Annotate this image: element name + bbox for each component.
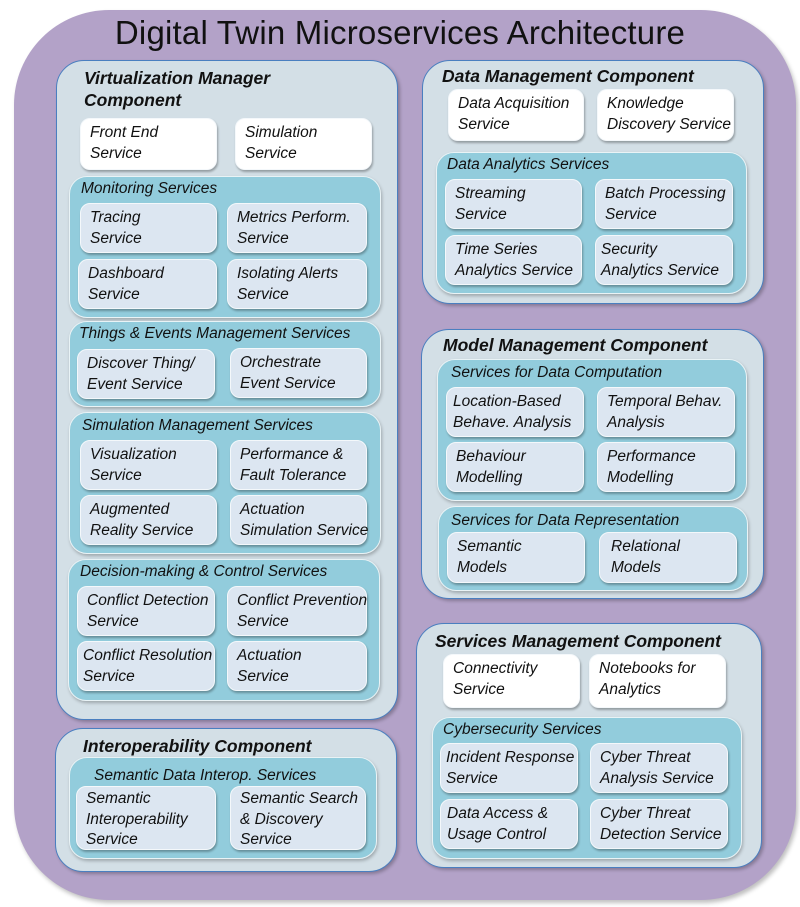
simulation-service: Simulation Service: [235, 118, 372, 170]
location-based-behave-analysis: Location-Based Behave. Analysis: [446, 387, 584, 437]
conflict-prevention-service: Conflict Prevention Service: [227, 586, 367, 636]
cyber-threat-analysis-service: Cyber Threat Analysis Service: [590, 743, 728, 793]
conflict-detection-service: Conflict Detection Service: [77, 586, 215, 636]
data-analytics-services-title: Data Analytics Services: [447, 156, 610, 173]
security-analytics-service: Security Analytics Service: [595, 235, 733, 285]
temporal-behav-analysis: Temporal Behav. Analysis: [597, 387, 735, 437]
notebooks-for-analytics: Notebooks for Analytics: [589, 654, 726, 708]
behaviour-modelling: Behaviour Modelling: [446, 442, 584, 492]
dashboard-service: Dashboard Service: [78, 259, 217, 309]
model-management-title: Model Management Component: [443, 335, 708, 355]
batch-processing-service: Batch Processing Service: [595, 179, 733, 229]
simulation-management-title: Simulation Management Services: [82, 417, 313, 434]
data-computation-title: Services for Data Computation: [451, 364, 663, 381]
services-management-title: Services Management Component: [435, 631, 721, 651]
actuation-simulation-service: Actuation Simulation Service: [230, 495, 368, 545]
performance-modelling: Performance Modelling: [597, 442, 735, 492]
orchestrate-event-service: Orchestrate Event Service: [230, 348, 367, 398]
diagram-title: Digital Twin Microservices Architecture: [114, 14, 686, 51]
semantic-search-discovery-service: Semantic Search & Discovery Service: [230, 786, 366, 850]
isolating-alerts-service: Isolating Alerts Service: [227, 259, 367, 309]
things-events-management-title: Things & Events Management Services: [79, 325, 351, 342]
data-access-usage-control: Data Access & Usage Control: [440, 799, 578, 849]
semantic-data-interop-title: Semantic Data Interop. Services: [94, 767, 317, 784]
augmented-reality-service: Augmented Reality Service: [80, 495, 217, 545]
connectivity-service: Connectivity Service: [443, 654, 580, 708]
visualization-service: Visualization Service: [80, 440, 217, 490]
interoperability-title: Interoperability Component: [83, 736, 312, 756]
virtualization-manager-title: Virtualization Manager Component: [84, 68, 271, 110]
cybersecurity-services-title: Cybersecurity Services: [443, 721, 602, 738]
tracing-service: Tracing Service: [80, 203, 217, 253]
discover-thing-event-service: Discover Thing/ Event Service: [77, 349, 215, 399]
streaming-service: Streaming Service: [445, 179, 582, 229]
relational-models: Relational Models: [599, 532, 737, 583]
conflict-resolution-service: Conflict Resolution Service: [77, 641, 215, 691]
data-representation-title: Services for Data Representation: [451, 512, 680, 529]
semantic-models: Semantic Models: [447, 532, 585, 583]
monitoring-services-title: Monitoring Services: [81, 180, 218, 197]
decision-making-control-title: Decision-making & Control Services: [80, 563, 328, 580]
metrics-perform-service: Metrics Perform. Service: [227, 203, 367, 253]
cyber-threat-detection-service: Cyber Threat Detection Service: [590, 799, 728, 849]
time-series-analytics-service: Time Series Analytics Service: [445, 235, 582, 285]
data-acquisition-service: Data Acquisition Service: [448, 89, 584, 141]
front-end-service: Front End Service: [80, 118, 217, 170]
performance-fault-tolerance: Performance & Fault Tolerance: [230, 440, 367, 490]
knowledge-discovery-service: Knowledge Discovery Service: [597, 89, 734, 141]
incident-response-service: Incident Response Service: [440, 743, 578, 793]
actuation-service: Actuation Service: [227, 641, 367, 691]
data-management-title: Data Management Component: [442, 66, 694, 86]
semantic-interoperability-service: Semantic Interoperability Service: [76, 786, 216, 850]
